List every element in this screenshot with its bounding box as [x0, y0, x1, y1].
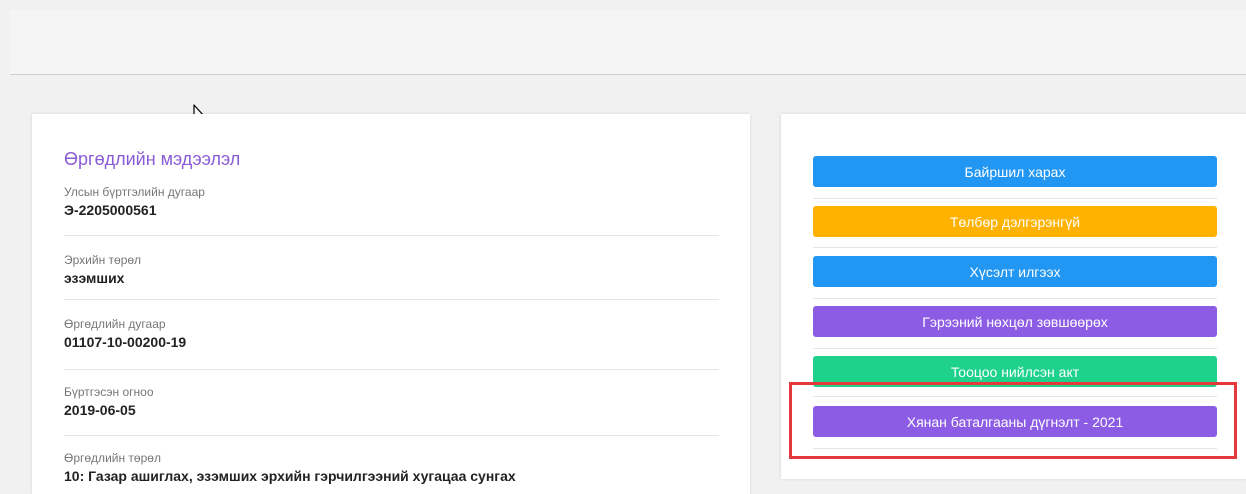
top-header-bar	[10, 10, 1246, 75]
section-title: Өргөдлийн мэдээлэл	[64, 149, 241, 169]
payment-details-button[interactable]: Төлбөр дэлгэрэнгүй	[813, 206, 1217, 237]
divider	[813, 348, 1217, 349]
field-application-number: Өргөдлийн дугаар 01107-10-00200-19	[64, 317, 719, 351]
divider	[813, 198, 1217, 199]
divider	[813, 298, 1217, 299]
field-label: Эрхийн төрөл	[64, 253, 142, 267]
field-value: 2019-06-05	[64, 402, 136, 418]
field-right-type: Эрхийн төрөл эзэмших	[64, 253, 719, 287]
field-label: Улсын бүртгэлийн дугаар	[64, 185, 205, 199]
field-label: Өргөдлийн дугаар	[64, 317, 166, 331]
divider	[64, 299, 719, 300]
field-label: Өргөдлийн төрөл	[64, 451, 161, 465]
field-value: эзэмших	[64, 270, 125, 286]
application-info-card: Өргөдлийн мэдээлэл Улсын бүртгэлийн дуга…	[32, 114, 750, 494]
field-registered-date: Бүртгэсэн огноо 2019-06-05	[64, 385, 719, 419]
divider	[64, 369, 719, 370]
send-request-button[interactable]: Хүсэлт илгээх	[813, 256, 1217, 287]
field-application-type: Өргөдлийн төрөл 10: Газар ашиглах, эзэмш…	[64, 451, 719, 485]
location-view-button[interactable]: Байршил харах	[813, 156, 1217, 187]
field-registration-number: Улсын бүртгэлийн дугаар Э-2205000561	[64, 185, 719, 219]
divider	[64, 435, 719, 436]
field-value: 10: Газар ашиглах, эзэмших эрхийн гэрчил…	[64, 468, 516, 484]
field-value: 01107-10-00200-19	[64, 334, 187, 350]
divider	[813, 247, 1217, 248]
divider	[64, 235, 719, 236]
field-value: Э-2205000561	[64, 202, 157, 218]
field-label: Бүртгэсэн огноо	[64, 385, 154, 399]
highlight-box	[789, 382, 1237, 459]
accept-contract-terms-button[interactable]: Гэрээний нөхцөл зөвшөөрөх	[813, 306, 1217, 337]
